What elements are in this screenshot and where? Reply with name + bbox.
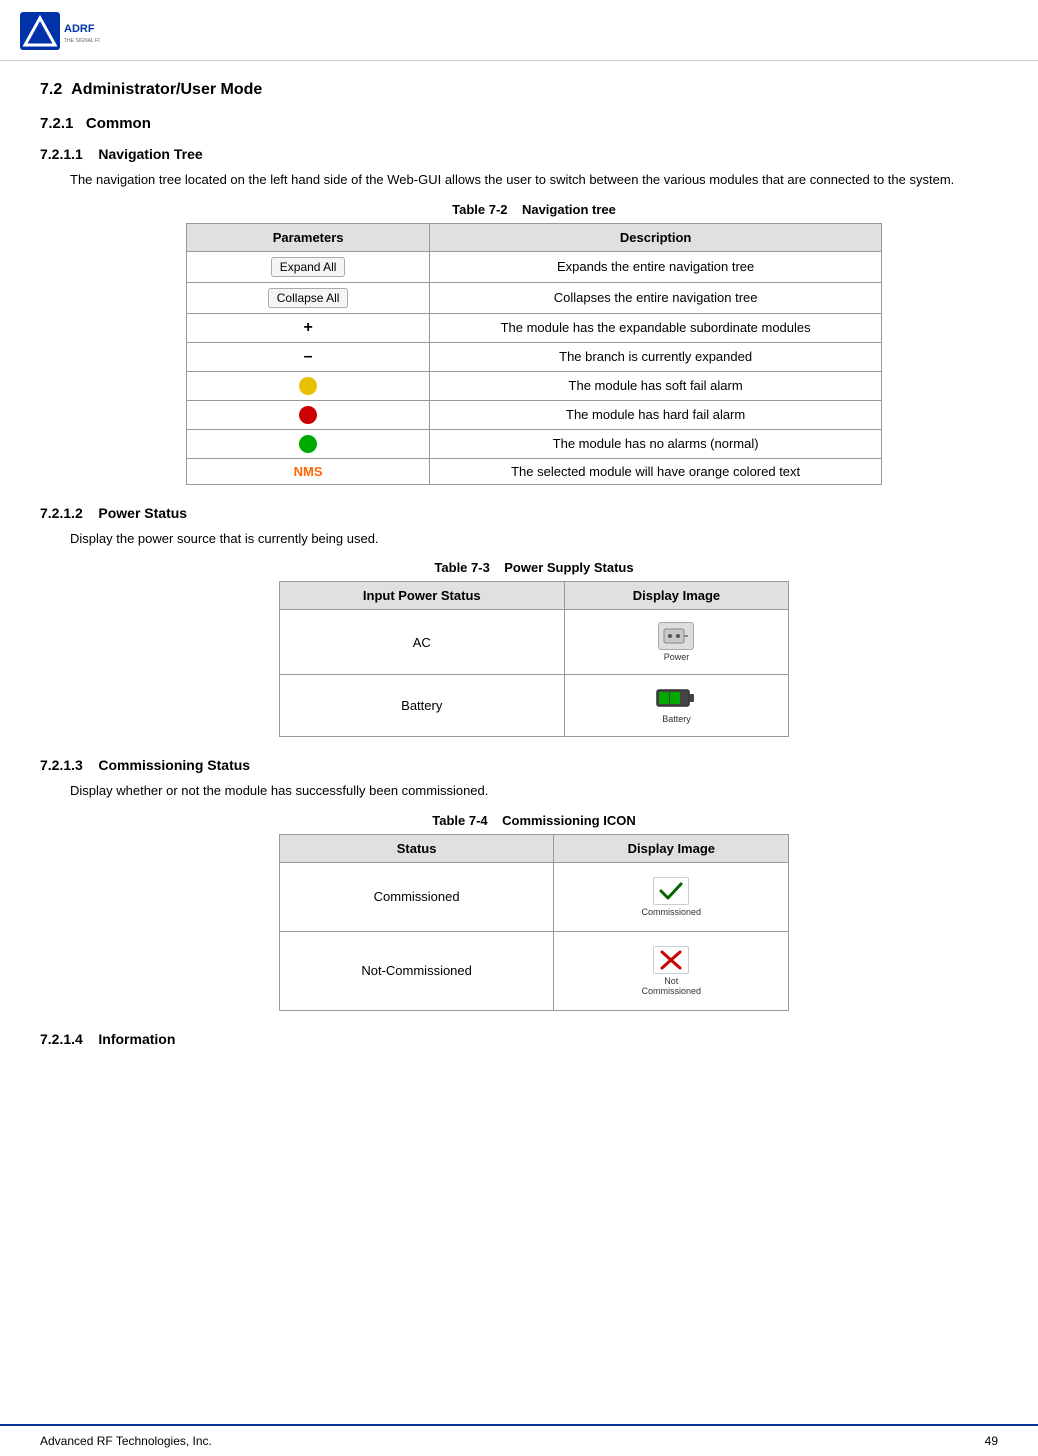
power-table-cell-battery-image: Battery <box>564 675 788 737</box>
header: ADRF THE SIGNAL FOR SUCCESS <box>0 0 1038 61</box>
power-table-row-battery: Battery Battery <box>279 675 788 737</box>
commissioned-checkmark <box>653 877 689 905</box>
nav-table-cell-plus-desc: The module has the expandable subordinat… <box>430 313 882 342</box>
nms-label: NMS <box>294 464 323 479</box>
nav-table-cell-nms-desc: The selected module will have orange col… <box>430 458 882 484</box>
table-73-title: Table 7-3 Power Supply Status <box>70 560 998 575</box>
minus-icon: – <box>304 348 313 365</box>
x-icon-svg <box>659 950 683 970</box>
nav-table-row-green: The module has no alarms (normal) <box>187 429 882 458</box>
section-7211-content: The navigation tree located on the left … <box>40 170 998 485</box>
comm-table-row-commissioned: Commissioned Commissioned <box>279 862 788 931</box>
nav-table-cell-plus: + <box>187 313 430 342</box>
check-icon-svg <box>659 881 683 901</box>
nav-table-header-desc: Description <box>430 223 882 251</box>
nav-table-cell-green-desc: The module has no alarms (normal) <box>430 429 882 458</box>
power-table-header-status: Input Power Status <box>279 582 564 610</box>
comm-table-header-status: Status <box>279 834 554 862</box>
nav-table-cell-expand-btn: Expand All <box>187 251 430 282</box>
not-commissioned-icon: NotCommissioned <box>642 946 702 996</box>
nav-table-cell-nms: NMS <box>187 458 430 484</box>
section-72-heading: 7.2 Administrator/User Mode <box>40 81 998 99</box>
not-commissioned-x <box>653 946 689 974</box>
section-7213-heading: 7.2.1.3 Commissioning Status <box>40 757 998 773</box>
battery-icon: Battery <box>656 687 696 724</box>
battery-power-label: Battery <box>662 714 691 724</box>
footer-right: 49 <box>985 1434 998 1448</box>
nav-table-cell-minus-desc: The branch is currently expanded <box>430 342 882 371</box>
nav-table-row-minus: – The branch is currently expanded <box>187 342 882 371</box>
power-supply-table: Input Power Status Display Image AC <box>279 581 789 737</box>
table-72-title: Table 7-2 Navigation tree <box>70 202 998 217</box>
section-7211-heading: 7.2.1.1 Navigation Tree <box>40 146 998 162</box>
nav-table-header-params: Parameters <box>187 223 430 251</box>
section-7213-content: Display whether or not the module has su… <box>40 781 998 1011</box>
commissioned-label: Commissioned <box>642 907 702 917</box>
nav-table-row-collapse: Collapse All Collapses the entire naviga… <box>187 282 882 313</box>
ac-power-icon-img <box>658 622 694 650</box>
logo: ADRF THE SIGNAL FOR SUCCESS <box>20 10 80 50</box>
nav-table-cell-green-circle <box>187 429 430 458</box>
power-table-cell-ac-status: AC <box>279 610 564 675</box>
comm-table-cell-not-commissioned-image: NotCommissioned <box>554 931 789 1010</box>
power-table-cell-ac-image: Power <box>564 610 788 675</box>
nav-table-cell-minus: – <box>187 342 430 371</box>
svg-text:THE SIGNAL FOR SUCCESS: THE SIGNAL FOR SUCCESS <box>64 38 100 44</box>
comm-table-cell-commissioned-status: Commissioned <box>279 862 554 931</box>
footer: Advanced RF Technologies, Inc. 49 <box>0 1424 1038 1456</box>
section-7212-body: Display the power source that is current… <box>70 529 998 549</box>
green-circle-icon <box>299 435 317 453</box>
comm-table-cell-commissioned-image: Commissioned <box>554 862 789 931</box>
yellow-circle-icon <box>299 377 317 395</box>
nav-table-cell-red-desc: The module has hard fail alarm <box>430 400 882 429</box>
section-721-heading: 7.2.1 Common <box>40 115 998 132</box>
footer-left: Advanced RF Technologies, Inc. <box>40 1434 212 1448</box>
comm-table-row-not-commissioned: Not-Commissioned NotCommissioned <box>279 931 788 1010</box>
ac-icon-svg <box>662 625 690 647</box>
nav-table-cell-yellow-desc: The module has soft fail alarm <box>430 371 882 400</box>
comm-table-header-image: Display Image <box>554 834 789 862</box>
nav-table-row-plus: + The module has the expandable subordin… <box>187 313 882 342</box>
not-commissioned-label: NotCommissioned <box>642 976 702 996</box>
nav-table-cell-collapse-desc: Collapses the entire navigation tree <box>430 282 882 313</box>
commissioning-table: Status Display Image Commissioned <box>279 834 789 1011</box>
nav-table-row-red: The module has hard fail alarm <box>187 400 882 429</box>
expand-all-button-display: Expand All <box>271 257 346 277</box>
nav-table-cell-red-circle <box>187 400 430 429</box>
power-table-header-image: Display Image <box>564 582 788 610</box>
section-7211-body: The navigation tree located on the left … <box>70 170 998 190</box>
main-content: 7.2 Administrator/User Mode 7.2.1 Common… <box>0 61 1038 1095</box>
nav-table-cell-expand-desc: Expands the entire navigation tree <box>430 251 882 282</box>
section-7213-body: Display whether or not the module has su… <box>70 781 998 801</box>
battery-icon-svg <box>656 687 696 709</box>
nav-table-row-nms: NMS The selected module will have orange… <box>187 458 882 484</box>
power-table-row-ac: AC Po <box>279 610 788 675</box>
ac-power-label: Power <box>664 652 690 662</box>
section-7212-heading: 7.2.1.2 Power Status <box>40 505 998 521</box>
section-7212-content: Display the power source that is current… <box>40 529 998 738</box>
svg-text:ADRF: ADRF <box>64 23 95 35</box>
nav-table-row-yellow: The module has soft fail alarm <box>187 371 882 400</box>
logo-box: ADRF THE SIGNAL FOR SUCCESS <box>20 10 80 50</box>
ac-power-icon: Power <box>658 622 694 662</box>
power-table-cell-battery-status: Battery <box>279 675 564 737</box>
comm-table-cell-not-commissioned-status: Not-Commissioned <box>279 931 554 1010</box>
collapse-all-button-display: Collapse All <box>268 288 349 308</box>
commissioned-icon: Commissioned <box>642 877 702 917</box>
navigation-tree-table: Parameters Description Expand All Expand… <box>186 223 882 485</box>
nav-table-cell-collapse-btn: Collapse All <box>187 282 430 313</box>
red-circle-icon <box>299 406 317 424</box>
section-7214-heading: 7.2.1.4 Information <box>40 1031 998 1047</box>
nav-table-row-expand: Expand All Expands the entire navigation… <box>187 251 882 282</box>
adrf-logo-svg: ADRF THE SIGNAL FOR SUCCESS <box>20 10 100 55</box>
plus-icon: + <box>303 319 312 336</box>
nav-table-cell-yellow-circle <box>187 371 430 400</box>
table-74-title: Table 7-4 Commissioning ICON <box>70 813 998 828</box>
